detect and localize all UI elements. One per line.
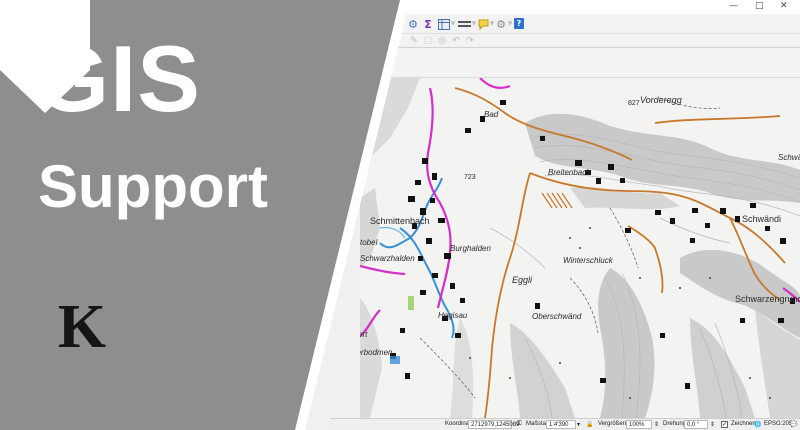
scale-field[interactable]: 1:4'390 bbox=[546, 420, 576, 429]
map-label-burghalden: Burghalden bbox=[450, 244, 491, 253]
map-label-eggli: Eggli bbox=[512, 275, 533, 285]
plugins-icon[interactable]: ⚙ bbox=[494, 17, 508, 31]
layer-toolbar-icon[interactable] bbox=[456, 17, 472, 31]
map-label-unterbodmen: Unterbodmen bbox=[360, 348, 393, 357]
map-label-oberschwand: Oberschwänd bbox=[532, 312, 582, 321]
lock-icon[interactable]: ⚿ bbox=[517, 421, 522, 428]
qgis-window: — □ ✕ ⚙ Σ ▾ ▾ ▾ ⚙ ▾ ? ✎ ⬚ ◎ ↶ ↷ Vordereg… bbox=[0, 0, 800, 430]
chevron-down-icon[interactable]: ▾ bbox=[507, 17, 513, 31]
map-label-schmittenbach: Schmittenbach bbox=[370, 216, 430, 226]
digitize-icon[interactable]: ✎ bbox=[408, 35, 420, 47]
map-label-hegisau: Hegisau bbox=[438, 311, 468, 320]
attribute-table-icon[interactable] bbox=[437, 17, 451, 31]
map-label-bad: Bad bbox=[484, 110, 499, 119]
help-icon[interactable]: ? bbox=[514, 18, 524, 29]
settings-gear-icon[interactable]: ⚙ bbox=[406, 17, 420, 31]
rotation-field[interactable]: 0,0 ° bbox=[684, 420, 708, 429]
map-rendering bbox=[360, 78, 800, 418]
stepper-icon[interactable]: ⇕ bbox=[654, 421, 659, 428]
map-label-elev-827: 827 bbox=[628, 100, 640, 107]
map-label-schwandi-top: Schwänd bbox=[778, 153, 800, 162]
rotation-label: Drehung bbox=[663, 421, 687, 427]
render-checkbox[interactable]: ✓ bbox=[721, 421, 728, 428]
map-canvas[interactable]: Vorderegg 827 Bad Schwänd 723 Breitenbac… bbox=[360, 78, 800, 418]
map-label-schwandi-mid: Schwändi bbox=[742, 214, 782, 224]
map-label-tobel: tobel bbox=[360, 238, 378, 247]
chevron-down-icon[interactable]: ▾ bbox=[577, 421, 580, 428]
status-bar: Koordinate 2712979,1245089 ⚿ Maßstab 1:4… bbox=[330, 418, 800, 430]
map-label-breitenbach: Breitenbach bbox=[548, 168, 591, 177]
undo-icon[interactable]: ↶ bbox=[450, 35, 462, 47]
crs-globe-icon[interactable]: 🌐 bbox=[754, 421, 761, 428]
select-icon[interactable]: ⬚ bbox=[422, 35, 434, 47]
identify-icon[interactable]: ◎ bbox=[436, 35, 448, 47]
map-label-winterschluck: Winterschluck bbox=[563, 256, 613, 265]
close-button[interactable]: ✕ bbox=[780, 1, 788, 11]
minimize-button[interactable]: — bbox=[729, 1, 738, 11]
lock-icon[interactable]: 🔒 bbox=[586, 421, 593, 428]
map-label-schwarzengrund: Schwarzengrund bbox=[735, 294, 800, 304]
magnifier-field[interactable]: 100% bbox=[626, 420, 652, 429]
maximize-button[interactable]: □ bbox=[755, 1, 764, 11]
map-label-ort: ort bbox=[360, 330, 368, 339]
redo-icon[interactable]: ↷ bbox=[464, 35, 476, 47]
secondary-toolbar: ✎ ⬚ ◎ ↶ ↷ bbox=[380, 34, 800, 48]
annotation-icon[interactable] bbox=[476, 17, 490, 31]
map-label-elev-723: 723 bbox=[464, 174, 476, 181]
render-label: Zeichnen bbox=[731, 421, 756, 427]
stepper-icon[interactable]: ⇕ bbox=[710, 421, 715, 428]
map-label-vorderegg: Vorderegg bbox=[640, 95, 682, 105]
messages-icon[interactable]: 💬 bbox=[790, 421, 797, 428]
map-label-schwarzhalden: Schwarzhalden bbox=[360, 254, 415, 263]
coordinate-field[interactable]: 2712979,1245089 bbox=[468, 420, 519, 429]
panel-strip bbox=[380, 48, 800, 78]
sigma-statistics-icon[interactable]: Σ bbox=[421, 17, 435, 31]
main-toolbar: ⚙ Σ ▾ ▾ ▾ ⚙ ▾ ? bbox=[380, 14, 800, 34]
window-titlebar: — □ ✕ bbox=[380, 0, 800, 14]
